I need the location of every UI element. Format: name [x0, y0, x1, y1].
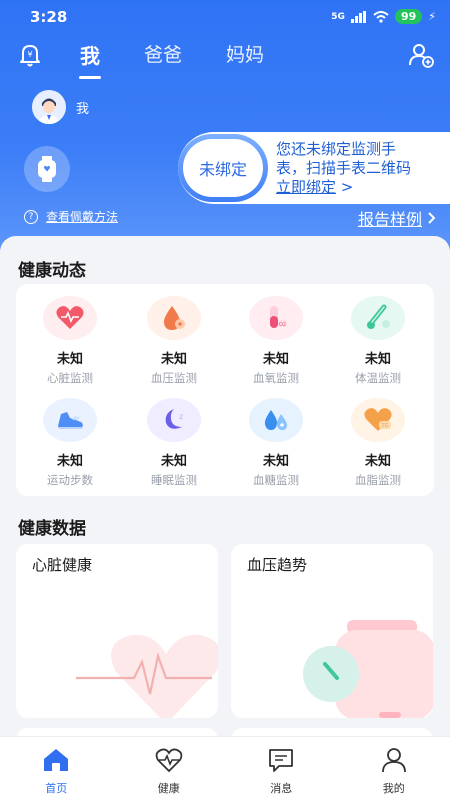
thermometer-icon — [351, 296, 405, 340]
member-tabs: 我 爸爸 妈妈 — [79, 40, 264, 79]
bottom-tab-bar: 首页 健康 消息 我的 — [0, 736, 450, 800]
network-label: 5G — [331, 11, 345, 22]
top-nav: ¥ 我 爸爸 妈妈 — [0, 38, 450, 79]
report-sample-text: 报告样例 — [357, 210, 422, 229]
heart-value: 未知 — [56, 352, 83, 367]
svg-text:z: z — [179, 412, 183, 421]
wear-method-text: 查看佩戴方法 — [46, 210, 119, 224]
tabbar-health[interactable]: 健康 — [113, 737, 226, 800]
bp-illustration-icon — [303, 620, 433, 718]
blood-oxygen-item[interactable]: O2 未知 血氧监测 — [226, 296, 326, 386]
blood-drop-icon — [147, 296, 201, 340]
sleep-item[interactable]: z 未知 睡眠监测 — [124, 398, 224, 488]
charging-icon: ⚡ — [428, 10, 436, 23]
bind-message-line1: 您还未绑定监测手 — [276, 140, 397, 158]
bind-now-link[interactable]: 立即绑定 — [276, 178, 336, 196]
tabbar-messages-label: 消息 — [270, 782, 293, 795]
profile-name: 我 — [76, 101, 90, 117]
svg-text:O2: O2 — [279, 322, 286, 328]
home-icon — [44, 749, 69, 771]
profile-row[interactable]: 我 — [32, 90, 89, 124]
battery-indicator: 99 — [394, 9, 423, 24]
avatar — [32, 90, 66, 124]
tabbar-health-label: 健康 — [157, 782, 180, 795]
heart-monitor-item[interactable]: 未知 心脏监测 — [20, 296, 120, 386]
heart-health-card[interactable]: 心脏健康 — [16, 544, 218, 718]
heartbeat-icon — [155, 748, 183, 773]
tabbar-home[interactable]: 首页 — [0, 737, 113, 800]
tabbar-home-label: 首页 — [45, 782, 68, 795]
tabbar-messages[interactable]: 消息 — [225, 737, 338, 800]
bind-arrow: > — [340, 178, 354, 196]
shoe-icon — [43, 398, 97, 442]
drops-icon — [249, 398, 303, 442]
test-tube-icon: O2 — [249, 296, 303, 340]
wear-method-link[interactable]: ? 查看佩戴方法 — [24, 208, 118, 225]
steps-label: 运动步数 — [47, 473, 93, 487]
blood-pressure-item[interactable]: 未知 血压监测 — [124, 296, 224, 386]
sugar-label: 血糖监测 — [253, 473, 299, 487]
moon-icon: z — [147, 398, 201, 442]
steps-value: 未知 — [56, 454, 83, 469]
chevron-right-icon — [428, 212, 436, 224]
temp-value: 未知 — [364, 352, 391, 367]
lipid-value: 未知 — [364, 454, 391, 469]
status-time: 3:28 — [30, 8, 68, 26]
wifi-icon — [373, 10, 389, 23]
status-icons: 5G 99 ⚡ — [331, 9, 436, 24]
unbound-badge: 未绑定 — [178, 134, 268, 202]
bind-message: 您还未绑定监测手 表，扫描手表二维码 立即绑定 > — [276, 140, 446, 197]
steps-item[interactable]: 未知 运动步数 — [20, 398, 120, 488]
add-user-icon[interactable] — [408, 42, 434, 68]
tab-me[interactable]: 我 — [79, 40, 101, 79]
bp-value: 未知 — [160, 352, 187, 367]
temp-label: 体温监测 — [355, 371, 401, 385]
blood-lipid-item[interactable]: TG 未知 血脂监测 — [328, 398, 428, 488]
bp-label: 血压监测 — [151, 371, 197, 385]
heart-illustration-icon — [76, 634, 218, 718]
sleep-value: 未知 — [160, 454, 187, 469]
message-icon — [269, 749, 294, 772]
sugar-value: 未知 — [262, 454, 289, 469]
person-icon — [381, 748, 406, 773]
blood-sugar-item[interactable]: 未知 血糖监测 — [226, 398, 326, 488]
temperature-item[interactable]: 未知 体温监测 — [328, 296, 428, 386]
lipid-label: 血脂监测 — [355, 473, 401, 487]
tabbar-mine[interactable]: 我的 — [338, 737, 450, 800]
blood-pressure-trend-card[interactable]: 血压趋势 — [231, 544, 433, 718]
spo2-label: 血氧监测 — [253, 371, 299, 385]
tab-mom[interactable]: 妈妈 — [226, 40, 264, 69]
svg-text:¥: ¥ — [27, 50, 32, 59]
tabbar-mine-label: 我的 — [382, 782, 405, 795]
report-sample-link[interactable]: 报告样例 — [358, 206, 436, 230]
signal-icon — [350, 10, 366, 23]
status-bar: 3:28 5G 99 ⚡ — [0, 0, 450, 36]
watch-icon — [38, 156, 56, 182]
health-dynamic-grid: 未知 心脏监测 未知 血压监测 O2 未知 血氧监测 未知 体温监测 未知 运动… — [16, 284, 434, 496]
sleep-label: 睡眠监测 — [151, 473, 197, 487]
bind-watch-card[interactable]: 未绑定 您还未绑定监测手 表，扫描手表二维码 立即绑定 > — [178, 132, 450, 204]
watch-button[interactable] — [24, 146, 70, 192]
bind-message-line2: 表，扫描手表二维码 — [276, 159, 412, 177]
unbound-badge-text: 未绑定 — [183, 139, 263, 197]
svg-text:TG: TG — [381, 423, 389, 429]
health-dynamic-title: 健康动态 — [18, 261, 86, 281]
heart-lipid-icon: TG — [351, 398, 405, 442]
heart-label: 心脏监测 — [47, 371, 93, 385]
health-data-title: 健康数据 — [18, 519, 86, 539]
tab-dad[interactable]: 爸爸 — [144, 40, 182, 69]
question-icon: ? — [24, 209, 38, 224]
header-area: 3:28 5G 99 ⚡ ¥ 我 爸爸 妈妈 我 ? 查看佩戴方法 未绑定 您还… — [0, 0, 450, 250]
heart-icon — [43, 296, 97, 340]
spo2-value: 未知 — [262, 352, 289, 367]
bell-icon[interactable]: ¥ — [18, 42, 42, 68]
